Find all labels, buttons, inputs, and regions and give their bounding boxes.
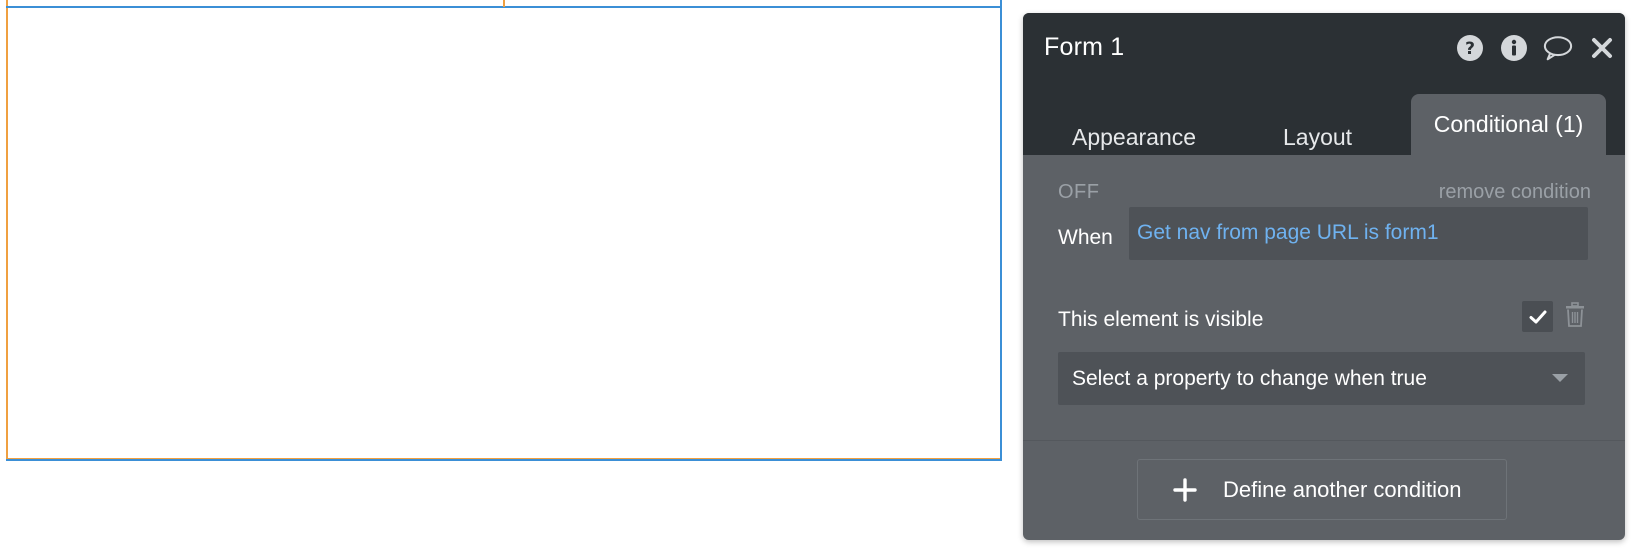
visible-checkbox[interactable] bbox=[1522, 301, 1553, 332]
tab-bar: Appearance Layout Conditional (1) bbox=[1023, 82, 1625, 155]
property-visible-label: This element is visible bbox=[1058, 308, 1264, 331]
condition-expression-field[interactable]: Get nav from page URL is form1 bbox=[1129, 207, 1588, 260]
checkmark-icon bbox=[1529, 310, 1546, 323]
canvas-selection-line-right bbox=[1000, 0, 1002, 461]
canvas-group-element[interactable] bbox=[6, 0, 1002, 460]
panel-title[interactable]: Form 1 bbox=[1044, 33, 1124, 62]
close-icon[interactable] bbox=[1587, 33, 1617, 63]
svg-text:?: ? bbox=[1465, 39, 1475, 59]
tab-conditional[interactable]: Conditional (1) bbox=[1411, 94, 1606, 155]
define-another-condition-button[interactable]: Define another condition bbox=[1137, 459, 1507, 520]
panel-header: Form 1 ? bbox=[1023, 13, 1625, 82]
condition-expression-text[interactable]: Get nav from page URL is form1 bbox=[1137, 221, 1439, 245]
canvas-selection-line-bottom bbox=[6, 459, 1002, 461]
when-label: When bbox=[1058, 226, 1113, 249]
help-icon[interactable]: ? bbox=[1455, 33, 1485, 63]
plus-icon bbox=[1173, 478, 1197, 502]
canvas-column-divider bbox=[503, 0, 505, 7]
remove-condition-link[interactable]: remove condition bbox=[1439, 181, 1591, 204]
property-select-dropdown[interactable]: Select a property to change when true bbox=[1058, 352, 1585, 405]
trash-icon[interactable] bbox=[1564, 302, 1586, 328]
tab-appearance[interactable]: Appearance bbox=[1072, 124, 1196, 151]
chevron-down-icon bbox=[1552, 374, 1568, 382]
define-another-condition-label: Define another condition bbox=[1223, 477, 1462, 502]
header-icon-group: ? bbox=[1455, 33, 1617, 63]
tab-layout[interactable]: Layout bbox=[1283, 124, 1352, 151]
property-editor-panel: Form 1 ? Appearance Layout Conditional (… bbox=[1023, 13, 1625, 540]
panel-divider bbox=[1023, 440, 1625, 441]
condition-toggle-off[interactable]: OFF bbox=[1058, 181, 1100, 204]
comment-icon[interactable] bbox=[1543, 33, 1573, 63]
info-icon[interactable] bbox=[1499, 33, 1529, 63]
property-select-placeholder: Select a property to change when true bbox=[1072, 367, 1427, 390]
